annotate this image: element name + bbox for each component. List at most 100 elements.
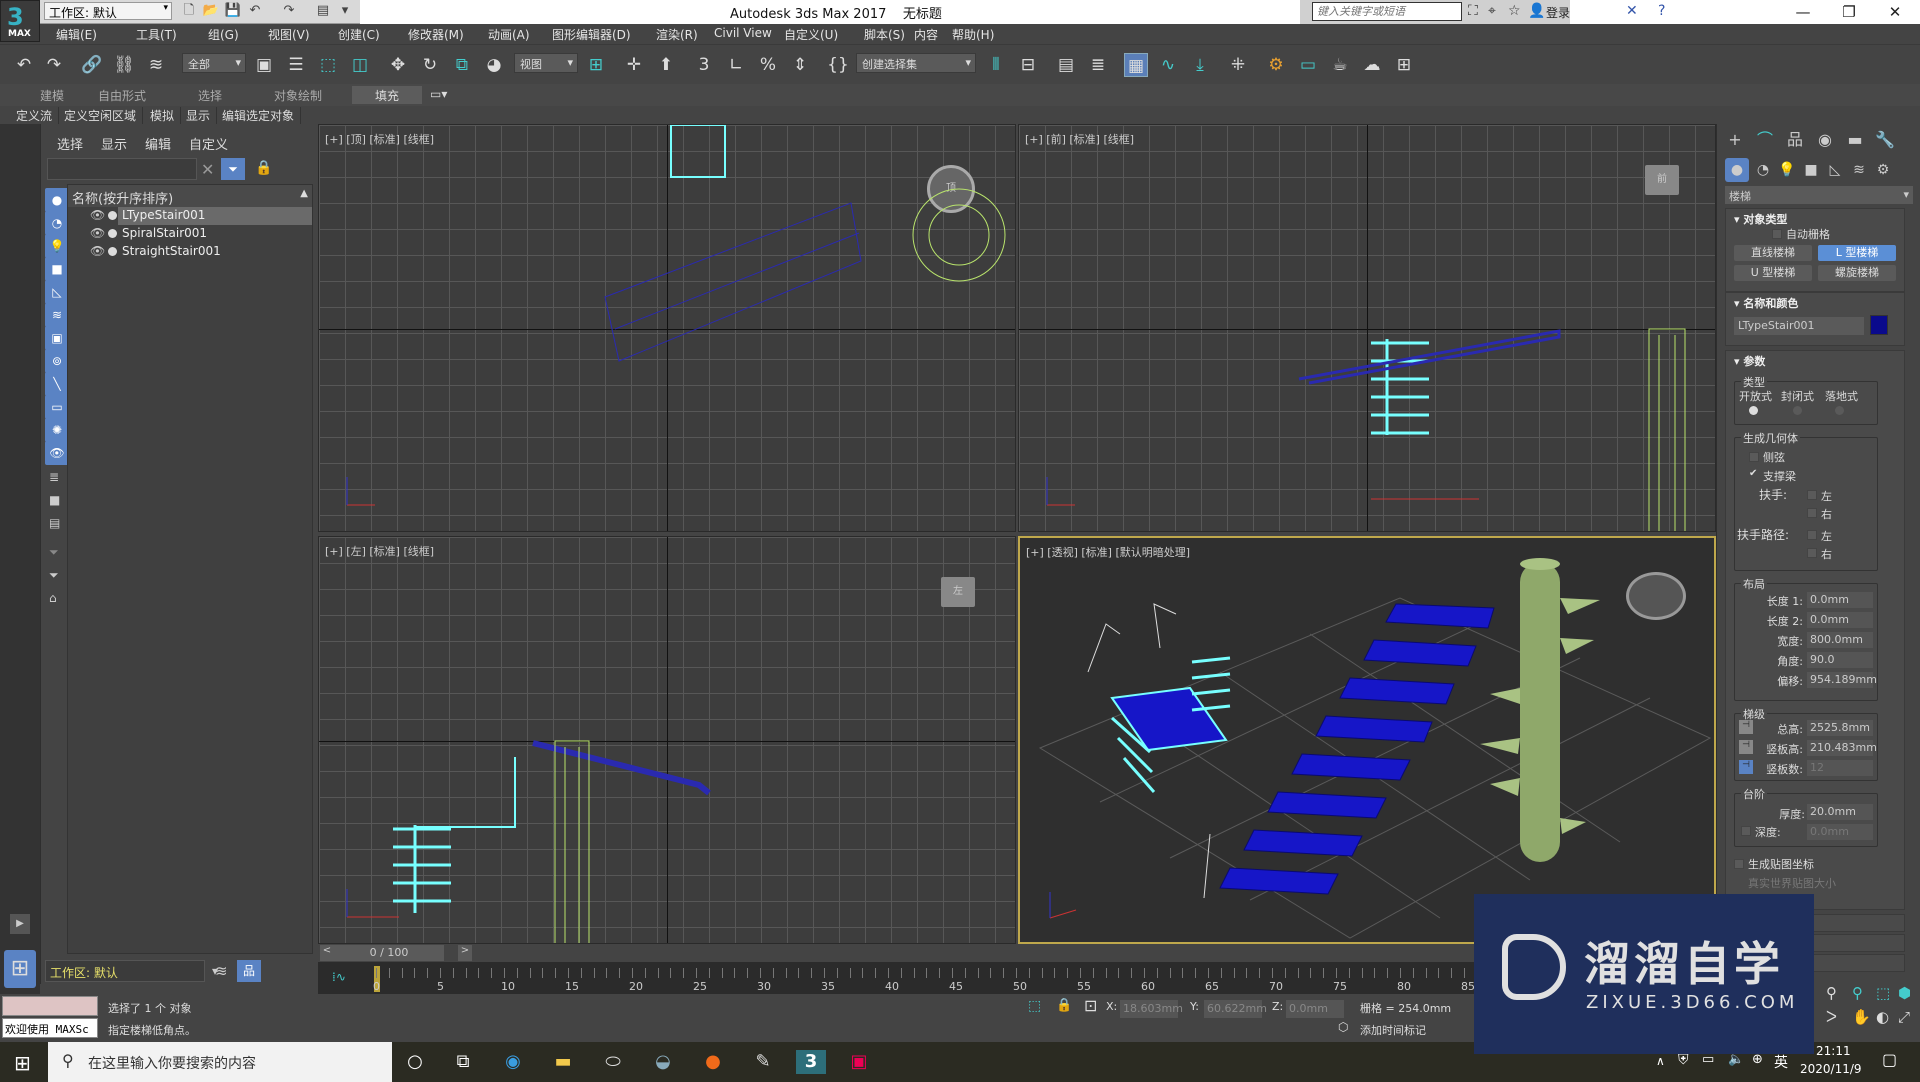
link-icon[interactable]: 🔗 xyxy=(80,53,104,77)
spiral-stair-button[interactable]: 螺旋楼梯 xyxy=(1818,265,1896,281)
define-flows-button[interactable]: 定义流 xyxy=(10,107,60,124)
app-icon[interactable]: ⬭ xyxy=(600,1050,626,1074)
zoom-icon[interactable]: ⚲ xyxy=(1826,984,1837,1002)
menu-item[interactable]: 视图(V) xyxy=(268,26,310,43)
viewport-left[interactable]: [+] [左] [标准] [线框] 左 xyxy=(318,536,1016,944)
riser-spinner[interactable]: 210.483mm xyxy=(1807,740,1877,756)
undo-icon[interactable]: ↶ xyxy=(12,53,36,77)
handrail-right-checkbox[interactable] xyxy=(1807,508,1817,518)
u-type-stair-button[interactable]: U 型楼梯 xyxy=(1734,265,1812,281)
orbit-icon[interactable]: ◐ xyxy=(1876,1008,1889,1026)
keyword-search-input[interactable] xyxy=(1312,2,1462,21)
time-tag-icon[interactable]: ⬡ xyxy=(1338,1020,1348,1034)
bones-filter-icon[interactable]: ╲ xyxy=(45,372,69,396)
depth-spinner[interactable]: 0.0mm xyxy=(1807,824,1873,840)
file-explorer-icon[interactable]: ▬ xyxy=(550,1050,576,1074)
schematic-view-icon[interactable]: ⤓ xyxy=(1188,53,1212,77)
curve-editor-icon[interactable]: ∿ xyxy=(1156,53,1180,77)
scene-list-item[interactable]: 👁 LTypeStair001 xyxy=(68,207,312,225)
sync-selection-icon[interactable]: ⌂ xyxy=(49,591,57,605)
named-selection-dropdown[interactable]: 创建选择集 ▾ xyxy=(856,53,976,73)
geometry-filter-icon[interactable]: ● xyxy=(45,188,69,212)
workspace-selector[interactable]: 工作区: 默认 ▾ xyxy=(45,960,218,982)
menu-item[interactable]: 渲染(R) xyxy=(656,26,698,43)
hidden-filter-icon[interactable]: 👁 xyxy=(45,441,69,465)
utilities-tab-icon[interactable]: 🔧 xyxy=(1871,128,1899,152)
app-logo-button[interactable]: 3 MAX xyxy=(0,0,40,42)
time-slider-thumb[interactable]: 0 / 100 xyxy=(334,945,444,961)
thickness-spinner[interactable]: 20.0mm xyxy=(1807,804,1873,820)
menu-item[interactable]: Civil View xyxy=(714,26,772,40)
keyboard-shortcut-icon[interactable]: ⬆ xyxy=(654,53,678,77)
modify-tab-icon[interactable]: ⌒ xyxy=(1751,128,1779,152)
maximize-viewport-icon[interactable]: ⤢ xyxy=(1898,1008,1910,1026)
menu-item[interactable]: 创建(C) xyxy=(338,26,380,43)
fov-icon[interactable]: ᐳ xyxy=(1826,1008,1837,1026)
material-editor-icon[interactable]: ⁜ xyxy=(1226,53,1250,77)
expand-play-icon[interactable]: ▶ xyxy=(10,914,30,934)
layout-spinner[interactable]: 800.0mm xyxy=(1807,632,1873,648)
menu-item[interactable]: 编辑(E) xyxy=(56,26,97,43)
close-button[interactable]: ✕ xyxy=(1872,0,1918,24)
depth-checkbox[interactable] xyxy=(1741,826,1751,836)
spacewarps-filter-icon[interactable]: ≋ xyxy=(45,303,69,327)
angle-snap-icon[interactable]: ∟ xyxy=(724,53,748,77)
clear-search-icon[interactable]: ✕ xyxy=(201,160,214,179)
lock-icon[interactable]: 🔒 xyxy=(255,160,272,176)
select-all-icon[interactable]: ≣ xyxy=(49,470,59,484)
hierarchy-tab-icon[interactable]: 品 xyxy=(1781,128,1809,152)
scene-list-item[interactable]: 👁 StraightStair001 xyxy=(68,243,312,261)
layer-explorer-icon[interactable]: ≣ xyxy=(1086,53,1110,77)
layout-spinner[interactable]: 0.0mm xyxy=(1807,612,1873,628)
xrefs-filter-icon[interactable]: ⊚ xyxy=(45,349,69,373)
edit-selected-button[interactable]: 编辑选定对象 xyxy=(216,107,302,124)
name-column-header[interactable]: 名称(按升序排序) ▲ xyxy=(68,185,312,207)
filter-funnel-icon[interactable]: ⏷ xyxy=(221,158,245,180)
clock-time[interactable]: 21:11 xyxy=(1816,1044,1851,1058)
layers-icon[interactable]: ≋ xyxy=(215,962,228,980)
selection-lock-icon[interactable]: 🔒 xyxy=(1056,998,1072,1013)
layout-spinner[interactable]: 0.0mm xyxy=(1807,592,1873,608)
project-icon[interactable]: ▤ xyxy=(314,2,332,20)
new-file-icon[interactable]: 🗋 xyxy=(180,2,198,20)
render-cloud-icon[interactable]: ☁ xyxy=(1360,53,1384,77)
rect-selection-icon[interactable]: ⬚ xyxy=(316,53,340,77)
stringers-checkbox[interactable] xyxy=(1749,452,1759,462)
ribbon-options-icon[interactable]: ▭▾ xyxy=(430,87,447,101)
open-type-radio[interactable] xyxy=(1749,406,1758,415)
redo-icon[interactable]: ↷ xyxy=(42,53,66,77)
groups-filter-icon[interactable]: ▣ xyxy=(45,326,69,350)
move-icon[interactable]: ✥ xyxy=(386,53,410,77)
straight-stair-button[interactable]: 直线楼梯 xyxy=(1734,245,1812,261)
absolute-mode-icon[interactable]: ⊡ xyxy=(1084,996,1097,1015)
open-file-icon[interactable]: 📂 xyxy=(202,2,220,20)
shapes-category-icon[interactable]: ◔ xyxy=(1751,158,1775,182)
rail-path-right-checkbox[interactable] xyxy=(1807,548,1817,558)
menu-item[interactable]: 脚本(S) xyxy=(864,26,905,43)
favorites-star-icon[interactable]: ☆ xyxy=(1508,3,1521,19)
menu-item[interactable]: 动画(A) xyxy=(488,26,530,43)
menu-item[interactable]: 内容 xyxy=(914,26,938,43)
rendered-frame-icon[interactable]: ▭ xyxy=(1296,53,1320,77)
firefox-icon[interactable]: ● xyxy=(700,1050,726,1074)
ref-coord-dropdown[interactable]: 视图 ▾ xyxy=(514,53,578,73)
spacewarps-category-icon[interactable]: ≋ xyxy=(1847,158,1871,182)
select-object-icon[interactable]: ▣ xyxy=(252,53,276,77)
rollout-header[interactable]: ▾ 名称和颜色 xyxy=(1726,293,1904,310)
prev-frame-button[interactable]: < xyxy=(320,945,334,961)
isolate-selection-icon[interactable]: ⬚ xyxy=(1028,998,1041,1014)
lock-pin-icon[interactable]: ⊣ xyxy=(1739,740,1753,754)
zoom-extents-all-icon[interactable]: ⬢ xyxy=(1898,984,1911,1002)
workspace-dropdown[interactable]: 工作区: 默认 ▾ xyxy=(44,2,172,20)
scene-menu-edit[interactable]: 编辑 xyxy=(145,134,171,153)
viewport-top[interactable]: [+] [顶] [标准] [线框] 顶 xyxy=(318,124,1016,532)
scene-menu-display[interactable]: 显示 xyxy=(101,134,127,153)
menu-item[interactable]: 工具(T) xyxy=(136,26,177,43)
bind-space-warp-icon[interactable]: ≋ xyxy=(144,53,168,77)
hierarchy-icon[interactable]: 品 xyxy=(237,960,261,982)
zoom-all-icon[interactable]: ⚲ xyxy=(1852,984,1863,1002)
restore-button[interactable]: ❐ xyxy=(1826,0,1872,24)
lights-filter-icon[interactable]: 💡 xyxy=(45,234,69,258)
object-color-swatch[interactable] xyxy=(1870,315,1888,335)
scene-menu-customize[interactable]: 自定义 xyxy=(189,134,228,153)
